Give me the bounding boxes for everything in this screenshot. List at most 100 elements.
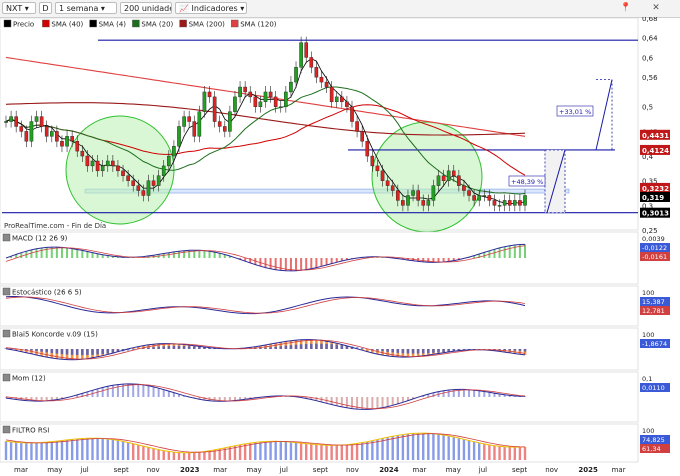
candle-body bbox=[156, 175, 161, 186]
candle-body bbox=[14, 116, 18, 127]
time-axis-label: jul bbox=[79, 466, 88, 474]
units-selector[interactable]: 200 unidades ▾ bbox=[120, 2, 172, 14]
candle-body bbox=[477, 195, 482, 201]
candle-body bbox=[446, 170, 451, 181]
indicator-value: 100 bbox=[642, 331, 654, 339]
candle-body bbox=[197, 111, 202, 137]
candle-body bbox=[121, 170, 125, 176]
panel-title: MACD (12 26 9) bbox=[12, 235, 68, 243]
panel-swatch bbox=[2, 373, 11, 382]
highlight-circle bbox=[65, 115, 175, 225]
ticker-selector[interactable]: NXT ▾ bbox=[2, 2, 36, 14]
candle-body bbox=[263, 91, 268, 103]
candle-body bbox=[431, 185, 436, 201]
candle-body bbox=[65, 136, 69, 147]
period-selector[interactable]: 1 semana ▾ bbox=[55, 2, 117, 14]
candle-body bbox=[350, 106, 354, 122]
candle-body bbox=[177, 126, 181, 147]
candle-body bbox=[233, 96, 237, 112]
legend-label: SMA (40) bbox=[51, 21, 83, 29]
indicators-button[interactable]: 📈 Indicadores ▾ bbox=[175, 2, 247, 14]
candle-body bbox=[284, 91, 288, 107]
candle-body bbox=[406, 195, 410, 206]
candle-body bbox=[345, 101, 349, 107]
indicator-value: 12,781 bbox=[642, 307, 665, 315]
candle-body bbox=[329, 86, 334, 103]
candle-body bbox=[401, 200, 405, 206]
candle-body bbox=[95, 160, 100, 172]
price-badge-label: 0,4431 bbox=[642, 132, 669, 140]
price-axis-label: 0,64 bbox=[642, 35, 658, 43]
chart-toolbar: NXT ▾ D 1 semana ▾ 200 unidades ▾ 📈 Indi… bbox=[0, 0, 680, 18]
time-axis-label: jul bbox=[279, 466, 288, 474]
candle-body bbox=[268, 91, 273, 98]
legend-label: SMA (20) bbox=[141, 21, 173, 29]
candle-body bbox=[100, 165, 105, 172]
indicator-value: -0,0122 bbox=[642, 244, 667, 252]
panel-title: Mom (12) bbox=[12, 375, 46, 383]
candle-body bbox=[44, 126, 49, 137]
ticker-label: NXT bbox=[6, 4, 23, 13]
candle-body bbox=[360, 131, 364, 142]
candle-body bbox=[482, 195, 487, 197]
legend-label: Precio bbox=[13, 21, 34, 29]
candle-body bbox=[238, 86, 242, 98]
candle-body bbox=[116, 165, 120, 172]
candle-body bbox=[278, 106, 283, 108]
time-axis-label: nov bbox=[346, 466, 359, 474]
candle-body bbox=[421, 200, 426, 206]
time-axis-label: mar bbox=[412, 466, 426, 474]
candle-body bbox=[202, 91, 207, 112]
candle-body bbox=[507, 200, 512, 206]
candle-body bbox=[380, 170, 385, 181]
candle-body bbox=[90, 160, 95, 167]
period-label: 1 semana bbox=[59, 4, 99, 13]
candle-body bbox=[60, 141, 64, 147]
candle-body bbox=[80, 150, 85, 157]
indicator-value: 100 bbox=[642, 289, 654, 297]
candle-body bbox=[207, 91, 212, 98]
candle-body bbox=[319, 76, 324, 83]
candle-body bbox=[334, 96, 339, 103]
candle-body bbox=[340, 96, 344, 103]
candle-body bbox=[294, 67, 298, 83]
candle-body bbox=[304, 42, 309, 58]
indicator-value: 15,387 bbox=[642, 298, 665, 306]
candle-body bbox=[75, 141, 80, 152]
candle-body bbox=[365, 141, 370, 157]
close-icon[interactable]: ✕ bbox=[650, 2, 662, 14]
candle-body bbox=[105, 160, 110, 167]
indicator-panel bbox=[0, 371, 639, 423]
time-axis-label: nov bbox=[545, 466, 558, 474]
candle-body bbox=[513, 200, 517, 206]
chart-area[interactable]: +33,01 % +48,39 % Precio SMA (40) SMA (4) SMA… bbox=[0, 17, 680, 476]
panel-swatch bbox=[2, 425, 11, 434]
panel-swatch bbox=[2, 233, 11, 242]
candle-body bbox=[212, 96, 217, 122]
legend-swatch bbox=[132, 19, 140, 28]
candle-body bbox=[390, 185, 395, 191]
time-axis-label: nov bbox=[147, 466, 160, 474]
time-axis-label: may bbox=[446, 466, 461, 474]
candle-body bbox=[411, 190, 415, 196]
candle-body bbox=[70, 136, 74, 142]
units-label: 200 unidades bbox=[124, 4, 171, 13]
time-axis-label: mar bbox=[14, 466, 28, 474]
candle-body bbox=[217, 121, 222, 127]
candle-body bbox=[29, 121, 34, 142]
pin-icon[interactable]: 📍 bbox=[620, 2, 632, 14]
candle-body bbox=[375, 165, 380, 172]
price-badge-label: 0,4124 bbox=[642, 147, 669, 155]
candle-body bbox=[161, 165, 166, 176]
d-button[interactable]: D bbox=[39, 2, 52, 14]
indicator-value: 0,0110 bbox=[642, 384, 665, 392]
candle-body bbox=[4, 121, 8, 123]
candle-body bbox=[289, 81, 293, 93]
candle-body bbox=[518, 200, 522, 206]
indicator-panel bbox=[0, 423, 639, 463]
candle-body bbox=[502, 200, 507, 206]
candle-body bbox=[192, 121, 197, 137]
candle-body bbox=[85, 155, 90, 167]
time-axis-label: sept bbox=[313, 466, 328, 474]
legend-label: SMA (4) bbox=[99, 21, 127, 29]
